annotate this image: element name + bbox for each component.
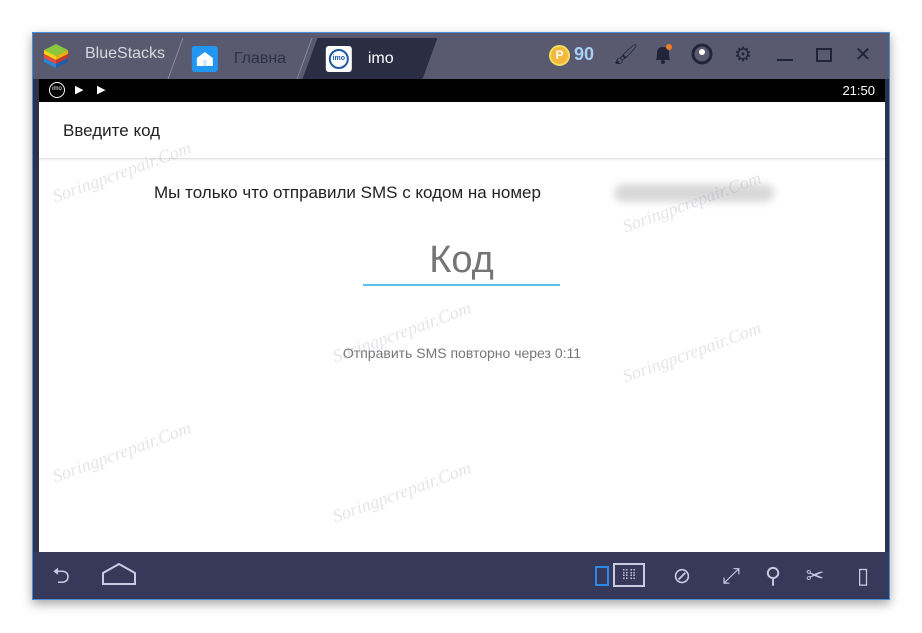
minimize-icon[interactable]	[773, 43, 797, 67]
android-status-bar: imo ▶ ▶ 21:50	[39, 79, 885, 102]
toggle-icon[interactable]	[595, 566, 609, 586]
play-store-icon: ▶	[75, 84, 84, 96]
clock: 21:50	[842, 83, 875, 98]
bluestacks-logo	[44, 44, 68, 68]
maximize-icon[interactable]	[812, 43, 836, 67]
back-icon[interactable]: ⮌	[43, 562, 79, 590]
account-icon[interactable]	[690, 43, 714, 67]
brush-icon[interactable]: 🖌	[613, 43, 638, 67]
coin-icon[interactable]: P	[549, 45, 570, 66]
scissors-icon[interactable]: ✂	[801, 562, 829, 590]
watermark: Soringpcrepair.Com	[619, 167, 764, 237]
resend-timer: Отправить SMS повторно через 0:11	[342, 345, 582, 361]
coin-count[interactable]: 90	[574, 44, 594, 65]
location-icon[interactable]: ⚲	[761, 562, 785, 590]
home-icon[interactable]	[101, 562, 137, 590]
page-title: Введите код	[39, 102, 885, 159]
imo-icon: imo	[49, 82, 65, 98]
app-brand: BlueStacks	[85, 45, 166, 62]
phone-number-redacted	[614, 184, 774, 202]
bluestacks-window: BlueStacks Главна imo imo P 90 🖌 ⚙ ✕ imo…	[32, 32, 890, 600]
gear-icon[interactable]: ⚙	[731, 43, 755, 67]
sms-sent-message: Мы только что отправили SMS с кодом на н…	[154, 183, 541, 202]
code-input[interactable]	[363, 236, 560, 286]
title-bar: BlueStacks Главна imo imo P 90 🖌 ⚙ ✕	[33, 33, 889, 79]
app-screen: Введите код Мы только что отправили SMS …	[39, 102, 885, 554]
tab-home[interactable]: Главна	[167, 38, 313, 79]
fullscreen-icon[interactable]: ⤢	[717, 562, 745, 590]
home-icon	[192, 45, 218, 72]
close-icon[interactable]: ✕	[851, 43, 875, 67]
rotate-device-icon[interactable]: ▯	[849, 562, 877, 590]
keyboard-icon[interactable]: ⣿⣿	[613, 563, 645, 587]
play-store-icon: ▶	[97, 84, 106, 96]
eye-off-icon[interactable]: ⊘	[667, 562, 697, 590]
watermark: Soringpcrepair.Com	[49, 417, 194, 487]
bottom-toolbar: ⮌ ⣿⣿ ⊘ ⤢ ⚲ ✂ ▯	[33, 552, 889, 599]
bell-icon[interactable]	[651, 43, 675, 67]
watermark: Soringpcrepair.Com	[329, 457, 474, 527]
tab-imo[interactable]: imo imo	[302, 38, 438, 79]
imo-icon: imo	[326, 45, 352, 72]
